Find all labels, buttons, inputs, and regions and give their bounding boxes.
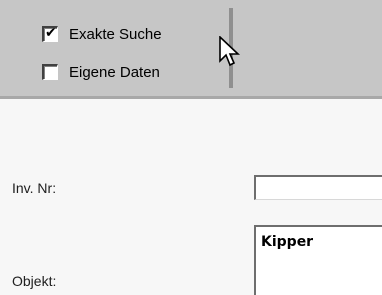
- checkmark-icon: ✔: [45, 25, 57, 41]
- exact-search-checkbox[interactable]: ✔: [42, 25, 58, 42]
- own-data-checkbox[interactable]: [42, 64, 58, 80]
- own-data-option[interactable]: Eigene Daten: [42, 63, 160, 81]
- options-toolbar: ✔ Exakte Suche Eigene Daten: [0, 0, 382, 99]
- own-data-label[interactable]: Eigene Daten: [69, 64, 160, 81]
- inventory-number-input[interactable]: [254, 175, 382, 200]
- search-panel: ✔ Exakte Suche Eigene Daten Inv. Nr: Obj…: [0, 0, 382, 295]
- object-value: Kipper: [261, 234, 314, 250]
- exact-search-label[interactable]: Exakte Suche: [69, 26, 162, 43]
- inventory-number-label: Inv. Nr:: [12, 180, 57, 196]
- exact-search-option[interactable]: ✔ Exakte Suche: [42, 25, 162, 43]
- toolbar-bottom-edge: [0, 96, 382, 99]
- object-field[interactable]: Kipper: [254, 225, 382, 295]
- object-label: Objekt:: [12, 273, 57, 289]
- mouse-pointer-arrow-icon: [219, 36, 241, 67]
